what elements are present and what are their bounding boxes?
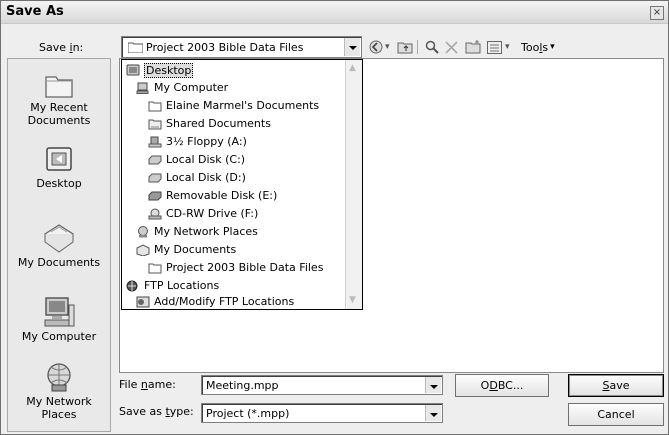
- place-label: My Network Places: [26, 395, 92, 421]
- back-dropdown-arrow: ▾: [385, 42, 390, 52]
- delete-icon: [445, 40, 458, 54]
- save-as-dialog: Save As × Save in: Project 2003 Bible Da…: [0, 0, 669, 435]
- dropdown-item-label: Local Disk (C:): [166, 153, 246, 166]
- scroll-up-icon[interactable]: ▲: [349, 64, 358, 73]
- save-as-type-label: Save as type:: [119, 405, 194, 418]
- dropdown-item-my-computer[interactable]: My Computer: [136, 79, 228, 97]
- ftp-add-icon: [136, 296, 150, 308]
- views-icon: [487, 40, 502, 54]
- back-icon: [369, 40, 383, 54]
- title-bar: Save As ×: [1, 1, 668, 24]
- cd-drive-icon: [148, 208, 162, 220]
- save-as-type-select[interactable]: Project (*.mpp): [201, 403, 443, 423]
- save-in-dropdown-list: Desktop My Computer Elaine Marmel's Docu…: [121, 59, 363, 310]
- save-as-type-dropdown-button[interactable]: [425, 405, 441, 421]
- my-documents-icon: [43, 224, 75, 253]
- removable-disk-icon: [148, 191, 162, 201]
- dropdown-item-removable-disk-e[interactable]: Removable Disk (E:): [148, 187, 277, 205]
- dropdown-item-my-documents[interactable]: My Documents: [136, 241, 236, 259]
- desktop-icon: [46, 147, 72, 171]
- save-button[interactable]: Save: [568, 374, 664, 397]
- dropdown-item-cd-rw-f[interactable]: CD-RW Drive (F:): [148, 205, 258, 223]
- save-in-value: Project 2003 Bible Data Files: [146, 41, 304, 54]
- place-my-network-places[interactable]: My Network Places: [8, 361, 110, 421]
- dropdown-item-label: Project 2003 Bible Data Files: [166, 261, 324, 274]
- dropdown-item-shared-documents[interactable]: Shared Documents: [148, 115, 271, 133]
- tools-menu-button[interactable]: Too l s ▾: [521, 39, 555, 55]
- dropdown-scrollbar[interactable]: ▲ ▼: [345, 60, 362, 309]
- cancel-button[interactable]: Cancel: [568, 403, 664, 426]
- create-new-folder-button[interactable]: [465, 39, 481, 55]
- dropdown-item-label: Add/Modify FTP Locations: [154, 295, 295, 308]
- dropdown-item-label: CD-RW Drive (F:): [166, 207, 259, 220]
- place-label: My Documents: [17, 256, 101, 269]
- file-name-label: File name:: [119, 378, 176, 391]
- dropdown-item-local-disk-d[interactable]: Local Disk (D:): [148, 169, 246, 187]
- views-button[interactable]: ▾: [487, 39, 510, 55]
- folder-icon: [148, 119, 162, 130]
- place-my-computer[interactable]: My Computer: [8, 296, 110, 343]
- place-label: Desktop: [36, 177, 82, 190]
- place-my-documents[interactable]: My Documents: [8, 222, 110, 269]
- tools-label-pre: Too: [521, 40, 540, 54]
- place-label: My Recent Documents: [27, 101, 91, 127]
- tools-label-post: s: [542, 40, 549, 54]
- network-places-icon: [138, 226, 148, 238]
- dropdown-item-label: Elaine Marmel's Documents: [166, 99, 320, 112]
- dropdown-item-label: Desktop: [144, 62, 194, 78]
- file-name-value: Meeting.mpp: [206, 379, 279, 392]
- place-my-recent-documents[interactable]: My Recent Documents: [8, 71, 110, 127]
- dropdown-item-label: Local Disk (D:): [166, 171, 246, 184]
- places-bar: My Recent Documents Desktop My Documents…: [7, 58, 111, 432]
- folder-icon: [148, 263, 162, 274]
- save-in-dropdown-button[interactable]: [344, 38, 360, 56]
- dropdown-item-my-network-places[interactable]: My Network Places: [136, 223, 258, 241]
- recent-documents-icon: [45, 76, 73, 98]
- save-in-label: Save in:: [39, 41, 84, 54]
- dialog-title: Save As: [6, 4, 64, 19]
- my-computer-icon: [136, 82, 149, 94]
- dropdown-item-elaine-documents[interactable]: Elaine Marmel's Documents: [148, 97, 319, 115]
- dropdown-item-label: 3½ Floppy (A:): [166, 135, 247, 148]
- dropdown-item-desktop[interactable]: Desktop: [126, 61, 194, 79]
- place-desktop[interactable]: Desktop: [8, 145, 110, 190]
- my-computer-icon: [44, 297, 75, 327]
- folder-icon: [148, 101, 162, 112]
- place-label: My Computer: [21, 330, 97, 343]
- odbc-button[interactable]: ODBC...: [455, 374, 549, 397]
- network-places-icon: [47, 363, 71, 392]
- scroll-down-icon[interactable]: ▼: [349, 296, 358, 305]
- file-name-dropdown-button[interactable]: [425, 377, 441, 393]
- search-icon: [425, 40, 439, 54]
- dropdown-item-label: My Computer: [154, 81, 229, 94]
- my-documents-icon: [136, 244, 150, 256]
- floppy-drive-icon: [148, 136, 162, 148]
- hard-disk-icon: [148, 155, 162, 165]
- ftp-icon: [126, 280, 138, 292]
- dropdown-item-label: Shared Documents: [166, 117, 271, 130]
- back-button[interactable]: ▾: [369, 39, 390, 55]
- delete-button[interactable]: [445, 39, 458, 55]
- close-button[interactable]: ×: [650, 6, 664, 20]
- toolbar-separator: [417, 40, 418, 54]
- save-in-combo[interactable]: Project 2003 Bible Data Files: [121, 36, 362, 58]
- up-folder-icon: [397, 42, 413, 54]
- dropdown-item-project-2003-bible[interactable]: Project 2003 Bible Data Files: [148, 259, 323, 277]
- save-as-type-value: Project (*.mpp): [206, 407, 290, 420]
- tools-dropdown-arrow: ▾: [550, 42, 555, 52]
- dropdown-item-label: My Documents: [154, 243, 237, 256]
- search-web-button[interactable]: [425, 39, 439, 55]
- dropdown-item-add-modify-ftp[interactable]: Add/Modify FTP Locations: [136, 293, 294, 311]
- folder-icon: [128, 42, 143, 53]
- dropdown-item-label: My Network Places: [154, 225, 258, 238]
- file-name-input[interactable]: Meeting.mpp: [201, 375, 443, 395]
- dropdown-item-local-disk-c[interactable]: Local Disk (C:): [148, 151, 245, 169]
- new-folder-icon: [465, 40, 481, 54]
- views-dropdown-arrow: ▾: [505, 42, 510, 52]
- desktop-icon: [126, 64, 140, 76]
- up-one-level-button[interactable]: [397, 39, 413, 55]
- dropdown-item-label: Removable Disk (E:): [166, 189, 278, 202]
- dropdown-item-floppy-a[interactable]: 3½ Floppy (A:): [148, 133, 247, 151]
- hard-disk-icon: [148, 173, 162, 183]
